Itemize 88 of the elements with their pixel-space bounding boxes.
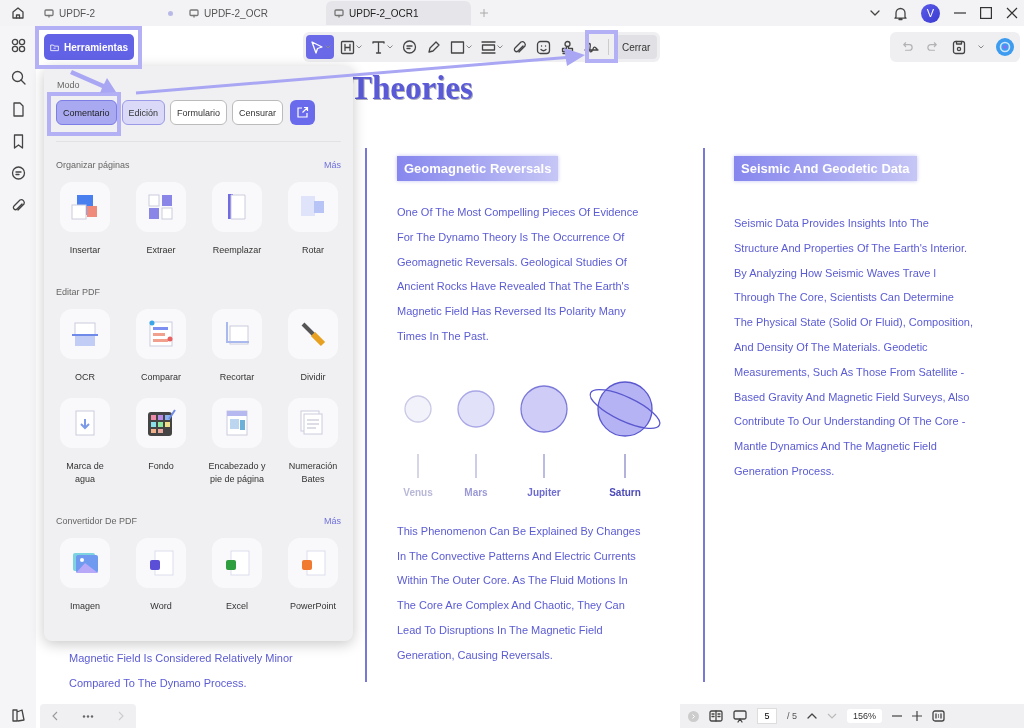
section-label: Editar PDF bbox=[56, 287, 100, 297]
document-tab[interactable]: UPDF-2_OCR bbox=[181, 1, 326, 25]
paragraph: One Of The Most Compelling Pieces Of Evidence For The Dynamo Theory Is The Occurrence Of Geomagnetic Reversals. Geological Studies Of Ancient Rocks Have Revealed That The Earth's Magnetic Field Has Reversed Its Polarity Many Times In The Past. bbox=[397, 205, 640, 344]
more-link[interactable]: Más bbox=[324, 516, 341, 526]
book-view-icon[interactable] bbox=[709, 710, 723, 722]
caret-icon[interactable] bbox=[978, 45, 984, 49]
more-link[interactable]: Más bbox=[324, 160, 341, 170]
tool-item[interactable]: Comparar bbox=[123, 309, 199, 384]
paragraph: Seismic Data Provides Insights Into The Structure And Properties Of The Earth's Interior. By Analyzing How Seismic Waves Trave l Through The Core, Scientists Can Determine The Physical State (Solid Or Fluid), Composition, And Density Of The Materials. Geodetic Measurements, Such As Those From Satellite - Based Gravity And Magnetic Field Surveys, Also Contribute To Our Understanding Of The Core - Mantle Dynamics And The Magnetic Field Generation Process. bbox=[734, 216, 975, 479]
sticker-icon[interactable] bbox=[536, 39, 551, 55]
bell-icon[interactable] bbox=[894, 5, 907, 21]
paragraph: This Phenomenon Can Be Explained By Changes In The Convective Patterns And Electric Currents Within The Outer Core. As The Fluid Motions In The Core Are Complex And Chaotic, They Can Lead To Disruptions In The Magnetic Field Generation, Causing Reversals. bbox=[397, 523, 642, 663]
apps-icon[interactable] bbox=[10, 38, 26, 53]
tool-item[interactable]: Imagen bbox=[47, 538, 123, 613]
paperclip-icon[interactable] bbox=[512, 39, 527, 55]
highlight-frame bbox=[585, 30, 618, 63]
tool-item[interactable]: Numeración Bates bbox=[275, 398, 351, 486]
text-icon[interactable] bbox=[371, 39, 386, 55]
mode-button[interactable]: Edición bbox=[121, 100, 166, 125]
tool-item[interactable]: Marca de agua bbox=[47, 398, 123, 486]
planet-label: Saturn bbox=[609, 486, 641, 498]
tool-item[interactable]: Encabezado y pie de página bbox=[199, 398, 275, 486]
ruler-icon[interactable] bbox=[481, 39, 496, 55]
caret-icon[interactable] bbox=[497, 45, 503, 49]
tools-button[interactable]: Herramientas bbox=[44, 34, 134, 60]
color-grid-icon bbox=[145, 407, 177, 439]
pen-icon[interactable] bbox=[426, 39, 441, 55]
save-icon[interactable] bbox=[952, 39, 966, 55]
maximize-icon[interactable] bbox=[980, 7, 992, 19]
previous-page-icon[interactable] bbox=[807, 713, 817, 719]
stamp-icon[interactable] bbox=[560, 39, 575, 55]
tool-item[interactable]: Recortar bbox=[199, 309, 275, 384]
tool-item[interactable]: Rotar bbox=[275, 182, 351, 257]
section-heading: Seismic And Geodetic Data bbox=[734, 156, 917, 181]
monitor-icon bbox=[334, 8, 344, 18]
tool-item[interactable]: Insertar bbox=[47, 182, 123, 257]
caret-icon[interactable] bbox=[356, 45, 362, 49]
tool-item[interactable]: Word bbox=[123, 538, 199, 613]
monitor-icon bbox=[44, 8, 54, 18]
more-icon[interactable] bbox=[82, 714, 94, 718]
tool-item[interactable]: OCR bbox=[47, 309, 123, 384]
page-total: / 5 bbox=[787, 711, 797, 721]
comment-icon[interactable] bbox=[402, 39, 417, 55]
rectangle-icon[interactable] bbox=[450, 39, 465, 55]
tool-item[interactable]: Dividir bbox=[275, 309, 351, 384]
tool-item[interactable]: Excel bbox=[199, 538, 275, 613]
presentation-icon[interactable] bbox=[733, 709, 747, 723]
close-icon[interactable] bbox=[1006, 7, 1018, 19]
section-label: Convertidor De PDF bbox=[56, 516, 138, 526]
assistant-logo-icon[interactable] bbox=[996, 38, 1014, 56]
document-title: Theories bbox=[350, 69, 473, 108]
actual-size-icon[interactable] bbox=[932, 710, 946, 722]
zoom-level[interactable]: 156% bbox=[847, 709, 883, 723]
tool-item[interactable]: Reemplazar bbox=[199, 182, 275, 257]
export-icon bbox=[296, 106, 310, 119]
search-icon[interactable] bbox=[10, 70, 26, 85]
cursor-icon[interactable] bbox=[309, 39, 324, 55]
caret-icon[interactable] bbox=[466, 45, 472, 49]
paragraph: Magnetic Field Is Considered Relatively Minor Compared To The Dynamo Process. bbox=[69, 651, 294, 691]
highlight-icon[interactable] bbox=[340, 39, 355, 55]
tool-item[interactable]: PowerPoint bbox=[275, 538, 351, 613]
planet-label: Jupiter bbox=[527, 486, 561, 498]
mode-button[interactable]: Formulario bbox=[170, 100, 228, 125]
close-button[interactable]: Cerrar bbox=[615, 35, 658, 59]
export-button[interactable] bbox=[290, 100, 316, 125]
section-label: Modo bbox=[57, 80, 81, 90]
home-icon[interactable] bbox=[11, 6, 25, 20]
avatar[interactable]: V bbox=[921, 3, 940, 23]
folder-icon bbox=[50, 41, 60, 53]
mode-button[interactable]: Censurar bbox=[232, 100, 284, 125]
planet-label: Venus bbox=[403, 486, 433, 498]
page-icon[interactable] bbox=[10, 102, 26, 117]
section-heading: Geomagnetic Reversals bbox=[397, 156, 559, 181]
planet-label: Mars bbox=[464, 486, 488, 498]
page-field[interactable]: 5 bbox=[757, 708, 777, 724]
monitor-icon bbox=[189, 8, 199, 18]
tool-item[interactable]: Fondo bbox=[123, 398, 199, 486]
paperclip-icon[interactable] bbox=[10, 198, 26, 213]
mode-button[interactable]: Comentario bbox=[56, 100, 117, 125]
zoom-in-icon[interactable] bbox=[912, 711, 923, 721]
chevron-down-icon[interactable] bbox=[870, 10, 880, 16]
comment-icon[interactable] bbox=[10, 166, 26, 181]
document-tab[interactable]: UPDF-2_OCR1 bbox=[326, 1, 471, 25]
document-tab[interactable]: UPDF-2 bbox=[36, 1, 181, 25]
tool-item[interactable]: Extraer bbox=[123, 182, 199, 257]
caret-icon[interactable] bbox=[387, 45, 393, 49]
section-label: Organizar páginas bbox=[56, 160, 130, 170]
sidebar-toggle-icon[interactable] bbox=[10, 708, 26, 723]
